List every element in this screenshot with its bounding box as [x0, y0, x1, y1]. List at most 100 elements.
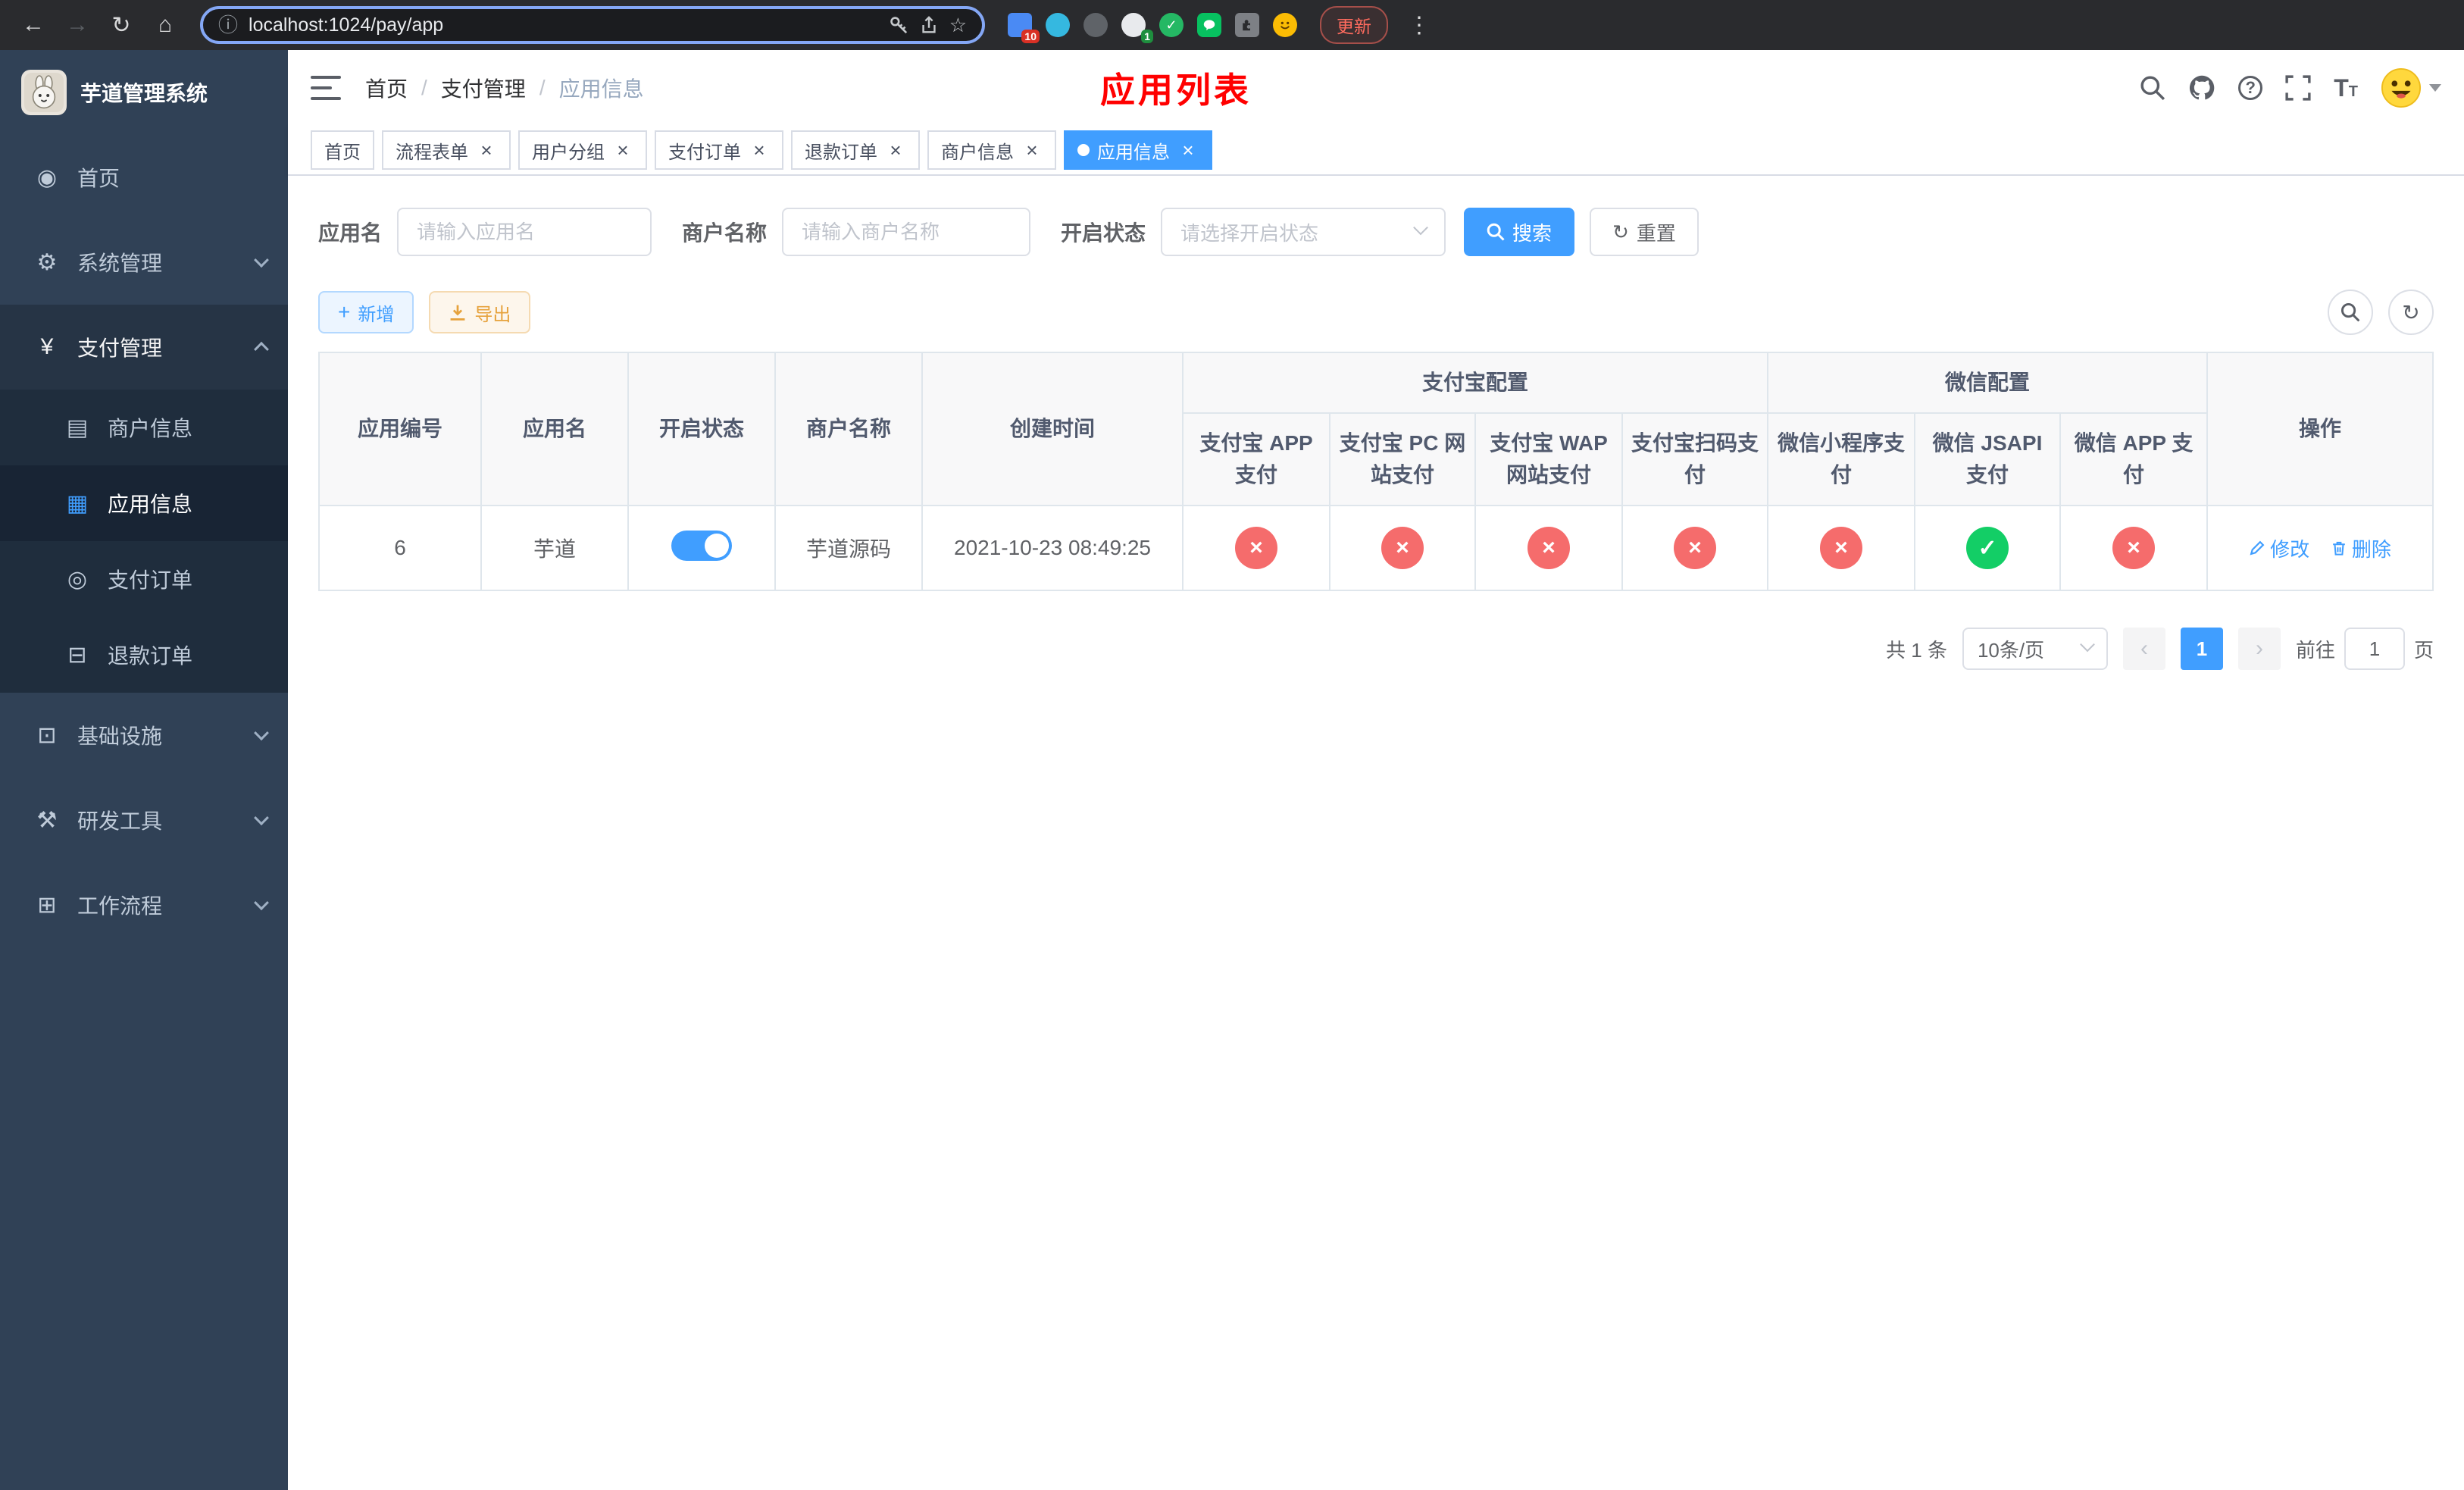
browser-update-button[interactable]: 更新 — [1320, 6, 1388, 44]
status-select[interactable]: 请选择开启状态 — [1161, 208, 1446, 256]
sidebar-item-pay-order[interactable]: ◎ 支付订单 — [0, 541, 288, 617]
app-name-input[interactable] — [397, 208, 652, 256]
tab-label: 用户分组 — [532, 142, 605, 163]
status-toggle[interactable] — [671, 530, 732, 561]
delete-button[interactable]: 删除 — [2331, 534, 2391, 562]
extension-reader-icon[interactable]: 1 — [1121, 13, 1153, 43]
browser-menu-icon[interactable]: ⋮ — [1408, 12, 1431, 39]
merchant-name-input[interactable] — [782, 208, 1031, 256]
app-table: 应用编号 应用名 开启状态 商户名称 创建时间 支付宝配置 微信配置 操作 支付… — [318, 352, 2434, 591]
add-button[interactable]: + 新增 — [318, 291, 414, 333]
sidebar-item-system[interactable]: ⚙ 系统管理 — [0, 220, 288, 305]
user-avatar[interactable] — [2381, 67, 2441, 108]
extensions-tray: 10 1 ✓ — [1008, 13, 1297, 43]
reset-button[interactable]: ↻ 重置 — [1590, 208, 1699, 256]
sidebar-item-label: 基础设施 — [77, 725, 163, 748]
browser-forward-button[interactable]: → — [59, 7, 95, 43]
sidebar-item-payment[interactable]: ¥ 支付管理 — [0, 305, 288, 390]
order-icon: ◎ — [67, 566, 88, 592]
sidebar-item-label: 工作流程 — [77, 894, 163, 918]
sidebar-item-label: 退款订单 — [108, 644, 193, 668]
sidebar-item-infra[interactable]: ⊡ 基础设施 — [0, 693, 288, 778]
browser-profile-avatar[interactable] — [1273, 13, 1297, 37]
search-button-label: 搜索 — [1512, 221, 1553, 245]
password-key-icon[interactable] — [889, 15, 908, 35]
goto-label: 前往 — [2295, 638, 2335, 662]
col-header-status: 开启状态 — [627, 352, 776, 506]
app-logo-row[interactable]: 芋道管理系统 — [0, 50, 288, 135]
bookmark-star-icon[interactable]: ☆ — [949, 14, 967, 37]
extension-drop-icon[interactable] — [1046, 13, 1070, 37]
breadcrumb-home[interactable]: 首页 — [365, 73, 408, 103]
prev-page-button[interactable]: ‹ — [2122, 628, 2165, 670]
tab-close-icon[interactable]: × — [1177, 139, 1199, 161]
browser-back-button[interactable]: ← — [15, 7, 52, 43]
toggle-search-button[interactable] — [2328, 290, 2373, 335]
refresh-table-button[interactable]: ↻ — [2388, 290, 2434, 335]
extension-green-check-icon[interactable]: ✓ — [1159, 13, 1184, 37]
extension-badge: 10 — [1021, 30, 1040, 43]
col-header-wx-app: 微信 APP 支付 — [2059, 412, 2209, 506]
extension-puzzle-blue-icon[interactable]: 10 — [1008, 13, 1040, 43]
navbar-icons: ? TT — [2140, 67, 2441, 108]
pencil-icon — [2250, 540, 2265, 556]
site-info-icon[interactable]: ⓘ — [218, 15, 238, 35]
tab-close-icon[interactable]: × — [1021, 139, 1043, 161]
search-icon[interactable] — [2140, 75, 2165, 101]
sidebar-item-refund-order[interactable]: ⊟ 退款订单 — [0, 617, 288, 693]
tab-close-icon[interactable]: × — [749, 139, 770, 161]
share-icon[interactable] — [919, 15, 939, 35]
url-bar[interactable]: ⓘ localhost:1024/pay/app ☆ — [200, 6, 985, 44]
search-button[interactable]: 搜索 — [1464, 208, 1575, 256]
github-icon[interactable] — [2188, 74, 2215, 102]
app-name-label: 应用名 — [318, 221, 383, 245]
tags-view-bar: 首页 流程表单 × 用户分组 × 支付订单 × 退款订单 × 商户信息 × 应用信息 × — [288, 126, 2464, 176]
tab-close-icon[interactable]: × — [885, 139, 906, 161]
sidebar-item-workflow[interactable]: ⊞ 工作流程 — [0, 862, 288, 947]
tab-pay-order[interactable]: 支付订单 × — [655, 130, 783, 170]
sidebar-item-devtools[interactable]: ⚒ 研发工具 — [0, 778, 288, 862]
fullscreen-icon[interactable] — [2285, 75, 2311, 101]
alipay-pc-status-icon: × — [1381, 527, 1424, 569]
tab-merchant-info[interactable]: 商户信息 × — [927, 130, 1056, 170]
sidebar-toggle-icon[interactable] — [311, 76, 341, 100]
wx-app-status-icon: × — [2112, 527, 2156, 569]
font-size-icon[interactable]: TT — [2334, 76, 2358, 100]
delete-button-label: 删除 — [2351, 537, 2391, 561]
toolbar: + 新增 导出 ↻ — [318, 290, 2434, 335]
breadcrumb-separator: / — [539, 76, 546, 99]
cell-created: 2021-10-23 08:49:25 — [921, 505, 1184, 591]
extension-wechat-icon[interactable] — [1197, 13, 1221, 37]
sidebar-item-merchant-info[interactable]: ▤ 商户信息 — [0, 390, 288, 465]
browser-reload-button[interactable]: ↻ — [103, 7, 139, 43]
tab-refund-order[interactable]: 退款订单 × — [791, 130, 920, 170]
edit-button-label: 修改 — [2270, 537, 2310, 561]
extension-dark-icon[interactable] — [1083, 13, 1108, 37]
sidebar-item-label: 支付订单 — [108, 568, 193, 592]
page-number-button[interactable]: 1 — [2180, 628, 2223, 670]
page-size-select[interactable]: 10条/页 — [1962, 628, 2108, 670]
extensions-menu-puzzle-icon[interactable] — [1235, 13, 1259, 37]
plus-icon: + — [338, 300, 351, 324]
export-button[interactable]: 导出 — [429, 291, 531, 333]
tab-user-group[interactable]: 用户分组 × — [518, 130, 647, 170]
goto-page-input[interactable] — [2344, 628, 2405, 670]
tab-process-form[interactable]: 流程表单 × — [382, 130, 511, 170]
tab-label: 支付订单 — [668, 142, 741, 163]
breadcrumb-separator: / — [421, 76, 427, 99]
tab-close-icon[interactable]: × — [612, 139, 633, 161]
tab-close-icon[interactable]: × — [476, 139, 497, 161]
toolbar-right: ↻ — [2328, 290, 2434, 335]
col-group-alipay: 支付宝配置 — [1181, 352, 1769, 414]
tab-home[interactable]: 首页 — [311, 130, 374, 170]
edit-button[interactable]: 修改 — [2249, 534, 2309, 562]
page-suffix-label: 页 — [2413, 638, 2434, 662]
next-page-button[interactable]: › — [2237, 628, 2281, 670]
tab-label: 商户信息 — [941, 142, 1014, 163]
sidebar-item-home[interactable]: ◉ 首页 — [0, 135, 288, 220]
breadcrumb-payment[interactable]: 支付管理 — [441, 73, 526, 103]
sidebar-item-app-info[interactable]: ▦ 应用信息 — [0, 465, 288, 541]
question-icon[interactable]: ? — [2238, 76, 2263, 100]
browser-home-button[interactable]: ⌂ — [147, 7, 183, 43]
tab-app-info[interactable]: 应用信息 × — [1064, 130, 1212, 170]
